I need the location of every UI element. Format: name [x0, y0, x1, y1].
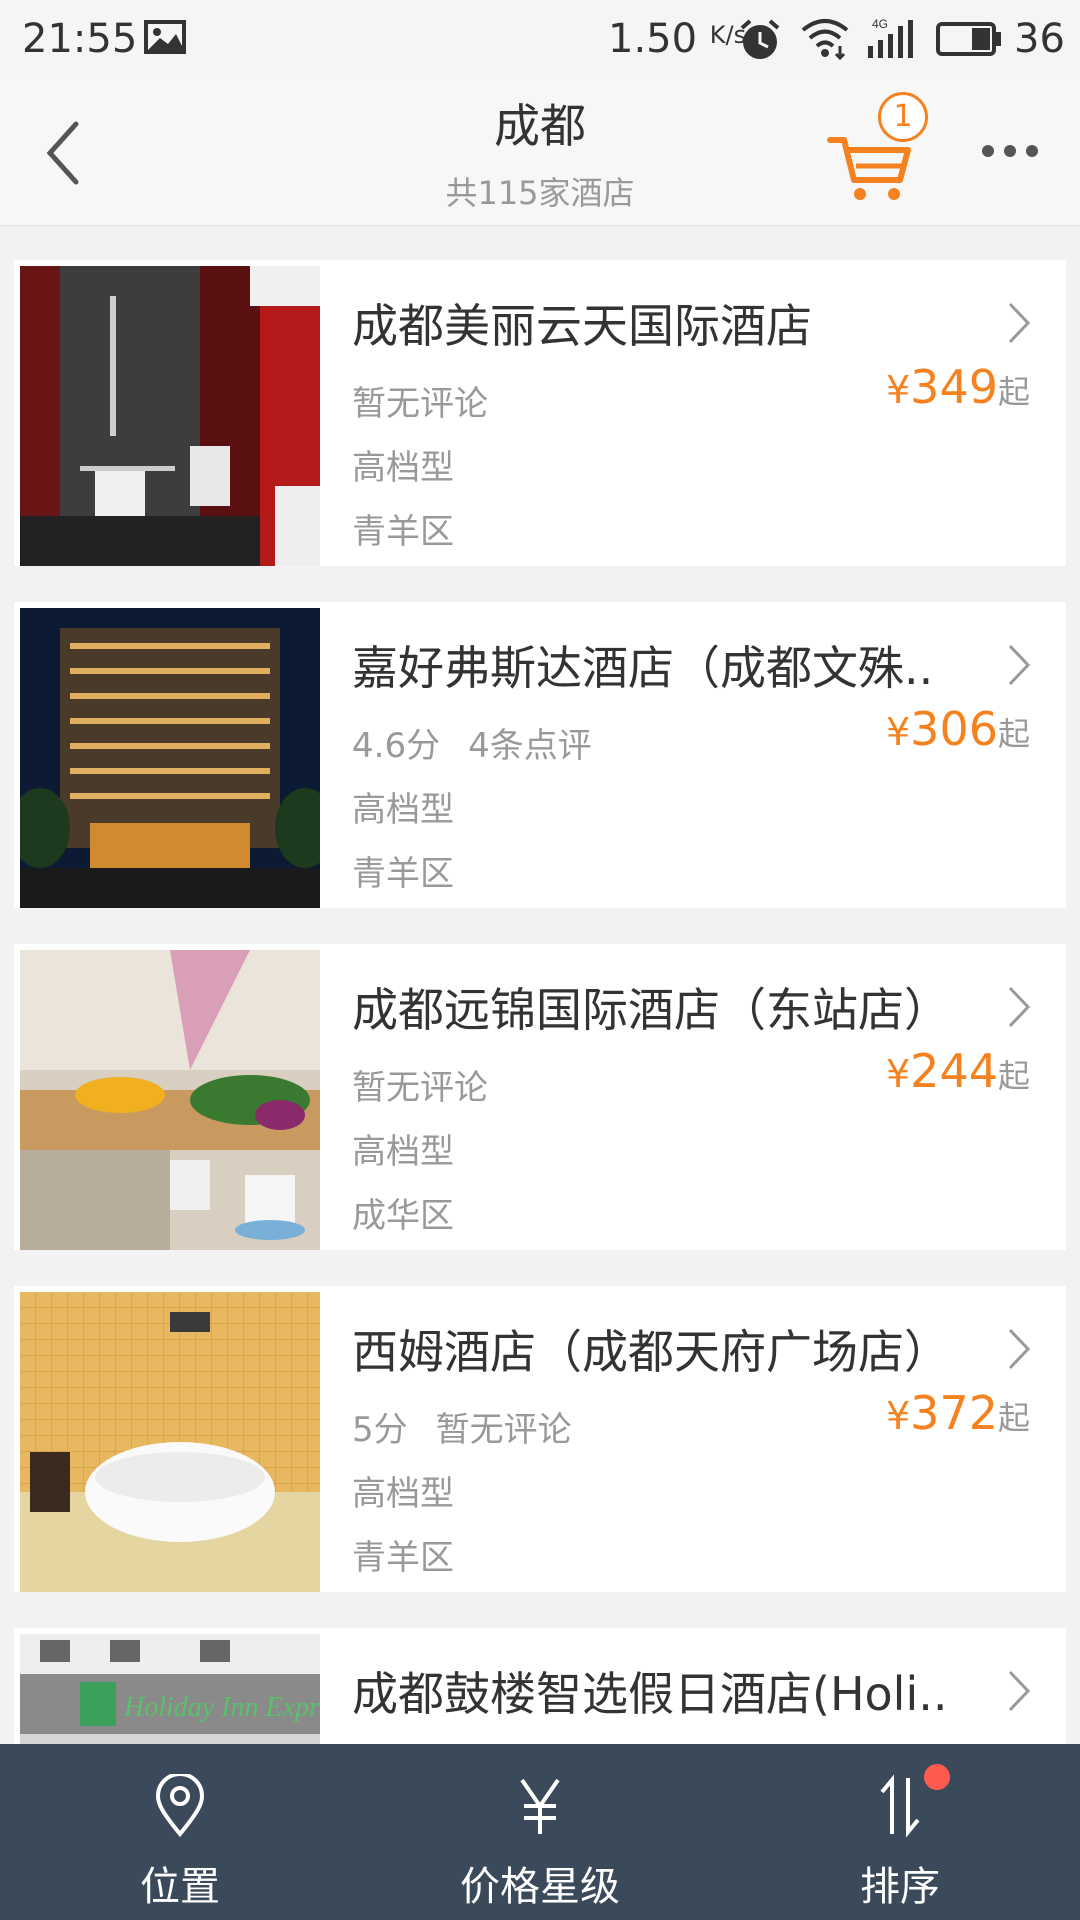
- hotel-rating: 5分 暂无评论: [352, 1402, 572, 1451]
- hotel-photo-holiday-inn: Holiday Inn Expr: [20, 1634, 320, 1744]
- battery-percent: 36: [1014, 16, 1065, 62]
- hotel-district: 青羊区: [352, 1538, 454, 1578]
- hotel-card[interactable]: 成都远锦国际酒店（东站店） 暂无评论 ¥244起 高档型 成华区: [14, 944, 1066, 1250]
- review-count: 暂无评论: [435, 1410, 572, 1450]
- hotel-score: 5分: [352, 1410, 408, 1450]
- chevron-right-icon: [1008, 302, 1031, 344]
- header-bar: 成都 共115家酒店 1: [0, 78, 1080, 226]
- tab-sort[interactable]: 排序: [750, 1744, 1050, 1920]
- hotel-price: ¥372起: [885, 1386, 1030, 1440]
- hotel-district: 青羊区: [352, 854, 454, 894]
- review-count: 暂无评论: [352, 384, 488, 424]
- yen-icon: [520, 1778, 560, 1834]
- hotel-rating: 4.6分 4条点评: [352, 718, 592, 767]
- hotel-card[interactable]: Holiday Inn Expr 成都鼓楼智选假日酒店(Holi..: [14, 1628, 1066, 1744]
- hotel-tier: 高档型: [352, 1474, 454, 1514]
- chevron-right-icon: [1008, 1328, 1031, 1370]
- sort-arrows-icon: [880, 1774, 920, 1838]
- tab-sort-label: 排序: [860, 1864, 940, 1910]
- battery-icon: [936, 22, 1001, 56]
- hotel-district: 青羊区: [352, 512, 454, 552]
- hotel-rating: 暂无评论: [352, 1060, 488, 1109]
- cell-signal-icon: 4G: [868, 17, 913, 58]
- bottom-filter-bar: 位置 价格星级 排序: [0, 1744, 1080, 1920]
- hotel-rating: 暂无评论: [352, 376, 488, 425]
- hotel-photo-building: [20, 608, 320, 908]
- hotel-name: 西姆酒店（成都天府广场店）: [352, 1325, 950, 1379]
- hotel-district: 成华区: [352, 1196, 454, 1236]
- chevron-right-icon: [1008, 1670, 1031, 1712]
- network-speed: 1.50 K/s: [608, 16, 747, 62]
- hotel-price: ¥244起: [885, 1044, 1030, 1098]
- image-notification-icon: [144, 20, 186, 54]
- tab-location-label: 位置: [140, 1864, 220, 1910]
- hotel-price: ¥306起: [885, 702, 1030, 756]
- status-bar: 21:55 1.50 K/s 4G 36: [0, 0, 1080, 78]
- hotel-list: 成都美丽云天国际酒店 暂无评论 ¥349起 高档型 青羊区 嘉好弗斯达酒店（成都…: [0, 226, 1080, 1744]
- hotel-card[interactable]: 西姆酒店（成都天府广场店） 5分 暂无评论 ¥372起 高档型 青羊区: [14, 1286, 1066, 1592]
- tab-location[interactable]: 位置: [30, 1744, 330, 1920]
- hotel-name: 成都美丽云天国际酒店: [352, 299, 812, 353]
- hotel-score: 4.6分: [352, 726, 441, 766]
- wifi-icon: [801, 19, 849, 60]
- tab-price-star-label: 价格星级: [460, 1864, 620, 1910]
- chevron-right-icon: [1008, 644, 1031, 686]
- review-count: 暂无评论: [352, 1068, 488, 1108]
- holiday-inn-logo-text: Holiday Inn Expr: [123, 1692, 320, 1723]
- hotel-name: 成都远锦国际酒店（东站店）: [352, 983, 950, 1037]
- tab-price-star[interactable]: 价格星级: [390, 1744, 690, 1920]
- hotel-tier: 高档型: [352, 1132, 454, 1172]
- hotel-tier: 高档型: [352, 448, 454, 488]
- hotel-photo-bathroom: [20, 266, 320, 566]
- chevron-right-icon: [1008, 986, 1031, 1028]
- hotel-photo-buffet: [20, 950, 320, 1250]
- hotel-name: 嘉好弗斯达酒店（成都文殊..: [352, 641, 934, 695]
- review-count: 4条点评: [468, 726, 592, 766]
- alarm-icon: [740, 19, 780, 59]
- status-time: 21:55: [22, 16, 138, 62]
- cart-count-badge[interactable]: 1: [878, 92, 928, 142]
- hotel-card[interactable]: 嘉好弗斯达酒店（成都文殊.. 4.6分 4条点评 ¥306起 高档型 青羊区: [14, 602, 1066, 908]
- notification-dot: [924, 1764, 950, 1790]
- hotel-price: ¥349起: [885, 360, 1030, 414]
- hotel-photo-sink: [20, 1292, 320, 1592]
- hotel-name: 成都鼓楼智选假日酒店(Holi..: [352, 1667, 948, 1721]
- hotel-card[interactable]: 成都美丽云天国际酒店 暂无评论 ¥349起 高档型 青羊区: [14, 260, 1066, 566]
- hotel-tier: 高档型: [352, 790, 454, 830]
- svg-text:4G: 4G: [872, 17, 888, 31]
- location-pin-icon: [155, 1774, 205, 1838]
- more-dots-icon[interactable]: [980, 136, 1040, 166]
